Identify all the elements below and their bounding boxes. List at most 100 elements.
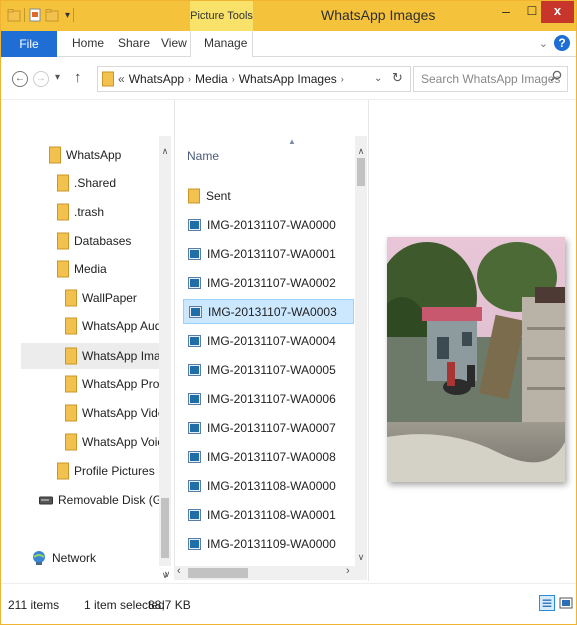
file-list[interactable]: ▲ Name Sent IMG-20131107-WA0000 IMG-2013… xyxy=(174,100,367,566)
list-item[interactable]: IMG-20131107-WA0007 xyxy=(183,415,354,440)
recent-locations-icon[interactable]: ▾ xyxy=(55,72,60,83)
folder-icon xyxy=(188,188,200,203)
qat-customize-icon[interactable]: ▾ xyxy=(65,10,70,21)
nav-item-whatsapp-voice[interactable]: WhatsApp Voice Nc xyxy=(65,429,160,455)
nav-item-whatsapp-profile[interactable]: WhatsApp Profile Pi xyxy=(65,371,160,397)
tab-view[interactable]: View xyxy=(161,36,187,50)
properties-icon[interactable] xyxy=(28,8,42,22)
details-view-icon[interactable] xyxy=(539,595,555,611)
new-folder-icon[interactable] xyxy=(45,8,59,22)
search-icon[interactable] xyxy=(550,70,562,82)
refresh-button[interactable]: ↻ xyxy=(392,70,403,86)
breadcrumb-separator[interactable]: › xyxy=(232,74,235,84)
minimize-button[interactable]: – xyxy=(493,1,519,23)
nav-item-databases[interactable]: Databases xyxy=(57,228,131,254)
toolbar-divider xyxy=(24,8,25,22)
nav-scroll-up-icon[interactable]: ∧ xyxy=(159,146,171,157)
horizontal-scroll-thumb[interactable] xyxy=(188,568,248,578)
search-input[interactable]: Search WhatsApp Images xyxy=(413,66,568,92)
nav-item-whatsapp-audio[interactable]: WhatsApp Audio xyxy=(65,313,173,339)
list-item[interactable]: IMG-20131107-WA0000 xyxy=(183,212,354,237)
column-header-name[interactable]: Name xyxy=(187,149,219,163)
breadcrumb-overflow[interactable]: « xyxy=(118,72,125,86)
nav-scrollbar[interactable] xyxy=(159,136,171,566)
nav-scroll-down-corner-icon[interactable]: ∨ xyxy=(161,569,173,580)
folder-icon xyxy=(57,462,69,480)
folder-icon xyxy=(65,317,77,335)
nav-scroll-thumb[interactable] xyxy=(161,498,169,558)
nav-item-profile-pictures[interactable]: Profile Pictures xyxy=(57,458,155,484)
scroll-right-icon[interactable]: › xyxy=(346,565,350,577)
nav-item-trash[interactable]: .trash xyxy=(57,199,104,225)
picture-tools-label: Picture Tools xyxy=(190,10,253,22)
list-scroll-down-icon[interactable]: ∨ xyxy=(355,552,367,563)
image-file-icon xyxy=(188,276,201,289)
list-item[interactable]: Sent xyxy=(183,183,354,208)
nav-label: WhatsApp Voice Nc xyxy=(82,435,160,449)
address-bar[interactable]: « WhatsApp › Media › WhatsApp Images › xyxy=(97,66,411,92)
list-item[interactable]: IMG-20131107-WA0001 xyxy=(183,241,354,266)
folder-icon xyxy=(65,433,77,451)
item-name: IMG-20131107-WA0003 xyxy=(208,304,337,319)
forward-button[interactable]: → xyxy=(33,71,49,87)
sort-indicator-icon: ▲ xyxy=(288,137,296,146)
breadcrumb-separator[interactable]: › xyxy=(188,74,191,84)
nav-item-removable-disk[interactable]: Removable Disk (G:) xyxy=(39,487,169,513)
list-item-selected[interactable]: IMG-20131107-WA0003 xyxy=(183,299,354,324)
folder-icon xyxy=(49,146,61,164)
help-button[interactable]: ? xyxy=(554,35,570,51)
close-button[interactable]: x xyxy=(541,1,574,23)
list-item[interactable]: IMG-20131108-WA0001 xyxy=(183,502,354,527)
navigation-pane[interactable]: WhatsApp .Shared .trash Databases Media … xyxy=(1,100,173,580)
list-item[interactable]: IMG-20131107-WA0006 xyxy=(183,386,354,411)
list-scroll-up-icon[interactable]: ∧ xyxy=(355,146,367,157)
list-item[interactable]: IMG-20131107-WA0004 xyxy=(183,328,354,353)
expand-ribbon-icon[interactable]: ⌄ xyxy=(539,37,548,50)
nav-label: Media xyxy=(74,262,107,276)
image-file-icon xyxy=(188,247,201,260)
nav-item-network[interactable]: Network xyxy=(31,545,96,571)
item-name: IMG-20131107-WA0001 xyxy=(207,246,336,261)
list-scrollbar[interactable] xyxy=(355,136,367,566)
address-dropdown-icon[interactable]: ⌄ xyxy=(374,73,382,84)
tab-home[interactable]: Home xyxy=(72,36,104,50)
nav-item-shared[interactable]: .Shared xyxy=(57,170,116,196)
nav-item-whatsapp-images[interactable]: WhatsApp Images xyxy=(21,343,160,369)
back-button[interactable]: ← xyxy=(12,71,28,87)
nav-item-whatsapp[interactable]: WhatsApp xyxy=(49,142,121,168)
nav-item-media[interactable]: Media xyxy=(57,256,107,282)
list-item[interactable]: IMG-20131107-WA0002 xyxy=(183,270,354,295)
nav-label: Databases xyxy=(74,234,132,248)
folder-icon xyxy=(57,232,69,250)
folder-icon[interactable] xyxy=(7,8,21,22)
nav-label: WhatsApp Audio xyxy=(82,319,171,333)
nav-item-wallpaper[interactable]: WallPaper xyxy=(65,285,137,311)
list-scroll-thumb[interactable] xyxy=(357,158,365,186)
nav-item-whatsapp-video[interactable]: WhatsApp Video xyxy=(65,400,171,426)
tab-file[interactable]: File xyxy=(1,31,57,57)
nav-label: WhatsApp Profile Pi xyxy=(82,377,160,391)
title-bar[interactable]: ▾ Picture Tools WhatsApp Images – ☐ x xyxy=(1,1,576,49)
breadcrumb-separator[interactable]: › xyxy=(341,74,344,84)
tab-share[interactable]: Share xyxy=(118,36,150,50)
image-file-icon xyxy=(188,363,201,376)
up-button[interactable]: ↑ xyxy=(74,69,82,86)
nav-label: WhatsApp Images xyxy=(82,349,160,363)
list-item[interactable]: IMG-20131109-WA0000 xyxy=(183,531,354,556)
item-name: IMG-20131108-WA0001 xyxy=(207,507,336,522)
breadcrumb-whatsapp-images[interactable]: WhatsApp Images xyxy=(239,72,337,86)
breadcrumb-whatsapp[interactable]: WhatsApp xyxy=(129,72,184,86)
list-horizontal-scrollbar[interactable]: ‹ › xyxy=(174,565,367,580)
list-item[interactable]: IMG-20131107-WA0005 xyxy=(183,357,354,382)
list-item[interactable]: IMG-20131108-WA0000 xyxy=(183,473,354,498)
list-item[interactable]: IMG-20131107-WA0008 xyxy=(183,444,354,469)
scroll-left-icon[interactable]: ‹ xyxy=(177,565,181,577)
item-name: IMG-20131107-WA0005 xyxy=(207,362,336,377)
tab-manage[interactable]: Manage xyxy=(204,36,247,50)
window-title: WhatsApp Images xyxy=(321,7,436,23)
image-file-icon xyxy=(188,450,201,463)
nav-label: Profile Pictures xyxy=(74,464,155,478)
breadcrumb-media[interactable]: Media xyxy=(195,72,228,86)
item-name: IMG-20131107-WA0007 xyxy=(207,420,336,435)
large-icons-view-icon[interactable] xyxy=(558,595,574,611)
